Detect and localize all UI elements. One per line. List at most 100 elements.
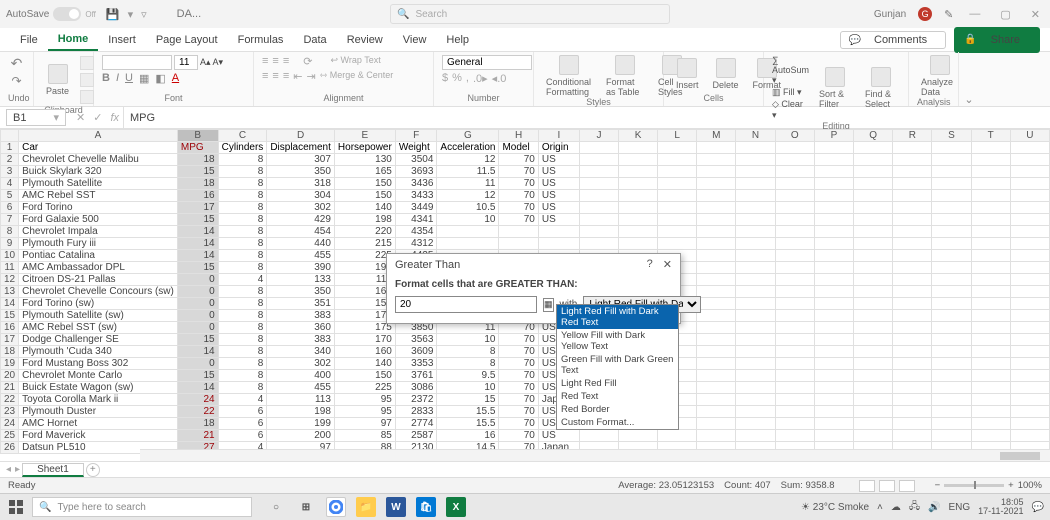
underline-button[interactable]: U bbox=[125, 72, 133, 85]
cell[interactable] bbox=[932, 154, 971, 166]
cell[interactable] bbox=[814, 274, 853, 286]
cell[interactable] bbox=[854, 238, 893, 250]
cell[interactable] bbox=[854, 334, 893, 346]
cell[interactable]: 4312 bbox=[395, 238, 437, 250]
format-as-table-button[interactable]: Format as Table bbox=[602, 55, 648, 97]
cell[interactable]: 0 bbox=[177, 298, 218, 310]
dec-decimal-icon[interactable]: ◂.0 bbox=[492, 72, 507, 85]
cell[interactable]: 3563 bbox=[395, 334, 437, 346]
cell[interactable] bbox=[893, 406, 932, 418]
cell[interactable]: 21 bbox=[177, 430, 218, 442]
cell[interactable] bbox=[1010, 250, 1049, 262]
cell[interactable]: 15 bbox=[177, 370, 218, 382]
cell[interactable]: 4 bbox=[218, 394, 267, 406]
cell[interactable]: 220 bbox=[334, 226, 395, 238]
cell[interactable] bbox=[697, 382, 736, 394]
cell[interactable] bbox=[893, 358, 932, 370]
cell[interactable] bbox=[1010, 214, 1049, 226]
cell[interactable]: 170 bbox=[334, 334, 395, 346]
cell[interactable] bbox=[971, 202, 1010, 214]
task-view-icon[interactable]: ⊞ bbox=[296, 497, 316, 517]
cell[interactable]: 200 bbox=[267, 430, 335, 442]
cell[interactable] bbox=[775, 322, 814, 334]
cell[interactable] bbox=[697, 406, 736, 418]
cell[interactable] bbox=[619, 202, 658, 214]
cell[interactable]: 10.5 bbox=[437, 202, 499, 214]
format-dropdown-list[interactable]: Light Red Fill with Dark Red TextYellow … bbox=[556, 304, 679, 430]
cell[interactable] bbox=[932, 262, 971, 274]
cell[interactable]: AMC Ambassador DPL bbox=[19, 262, 178, 274]
cell[interactable] bbox=[775, 274, 814, 286]
cell[interactable] bbox=[580, 202, 619, 214]
align-mid-icon[interactable]: ≡ bbox=[272, 55, 278, 68]
cell[interactable] bbox=[775, 418, 814, 430]
col-header-N[interactable]: N bbox=[736, 130, 775, 142]
cell[interactable]: 140 bbox=[334, 202, 395, 214]
align-top-icon[interactable]: ≡ bbox=[262, 55, 268, 68]
h-scrollbar[interactable] bbox=[140, 449, 1050, 461]
cell[interactable] bbox=[697, 214, 736, 226]
tab-home[interactable]: Home bbox=[48, 29, 99, 51]
cell[interactable] bbox=[814, 142, 853, 154]
cell[interactable] bbox=[971, 286, 1010, 298]
cell[interactable] bbox=[971, 226, 1010, 238]
cell[interactable]: 8 bbox=[218, 250, 267, 262]
cell[interactable]: 12 bbox=[437, 190, 499, 202]
cell[interactable]: 199 bbox=[267, 418, 335, 430]
cell[interactable] bbox=[1010, 238, 1049, 250]
cell[interactable]: Chevrolet Monte Carlo bbox=[19, 370, 178, 382]
zoom-slider[interactable] bbox=[944, 484, 1004, 487]
cell[interactable] bbox=[580, 154, 619, 166]
format-painter-icon[interactable] bbox=[80, 90, 94, 104]
taskbar-search[interactable]: 🔍 Type here to search bbox=[32, 497, 252, 517]
bold-button[interactable]: B bbox=[102, 72, 110, 85]
col-header-E[interactable]: E bbox=[334, 130, 395, 142]
cell[interactable]: 302 bbox=[267, 358, 335, 370]
qat-more-icon[interactable]: ▾ bbox=[128, 8, 134, 21]
cell[interactable] bbox=[814, 154, 853, 166]
cell[interactable]: 11.5 bbox=[437, 166, 499, 178]
cell[interactable] bbox=[736, 250, 775, 262]
cell[interactable] bbox=[893, 202, 932, 214]
cell[interactable]: Citroen DS-21 Pallas bbox=[19, 274, 178, 286]
increase-font-icon[interactable]: A▴ bbox=[200, 57, 211, 68]
cell[interactable]: 150 bbox=[334, 190, 395, 202]
copy-icon[interactable] bbox=[80, 73, 94, 87]
cell[interactable]: 2587 bbox=[395, 430, 437, 442]
cell[interactable]: 15.5 bbox=[437, 406, 499, 418]
cell[interactable]: 0 bbox=[177, 358, 218, 370]
cell[interactable] bbox=[580, 142, 619, 154]
enter-icon[interactable]: ✓ bbox=[89, 111, 106, 124]
cell[interactable]: 3693 bbox=[395, 166, 437, 178]
cell[interactable]: 70 bbox=[499, 430, 538, 442]
search-box[interactable]: 🔍 Search bbox=[390, 4, 670, 24]
sort-filter-button[interactable]: Sort & Filter bbox=[815, 67, 855, 109]
cell[interactable]: 14 bbox=[177, 346, 218, 358]
cell[interactable]: Cylinders bbox=[218, 142, 267, 154]
redo-icon[interactable]: ↷ bbox=[11, 74, 21, 88]
cell[interactable]: 307 bbox=[267, 154, 335, 166]
cell[interactable]: 8 bbox=[218, 178, 267, 190]
cell[interactable]: 130 bbox=[334, 154, 395, 166]
cell[interactable]: 95 bbox=[334, 406, 395, 418]
cell[interactable]: AMC Rebel SST (sw) bbox=[19, 322, 178, 334]
cell[interactable] bbox=[697, 418, 736, 430]
cancel-icon[interactable]: ✕ bbox=[72, 111, 89, 124]
cell[interactable]: 18 bbox=[177, 418, 218, 430]
cell[interactable]: Plymouth Duster bbox=[19, 406, 178, 418]
cell[interactable]: US bbox=[538, 214, 579, 226]
cell[interactable]: Chevrolet Chevelle Malibu bbox=[19, 154, 178, 166]
align-right-icon[interactable]: ≡ bbox=[283, 70, 289, 83]
cell[interactable] bbox=[775, 250, 814, 262]
select-all[interactable] bbox=[1, 130, 19, 142]
tab-page-layout[interactable]: Page Layout bbox=[146, 30, 228, 50]
col-header-H[interactable]: H bbox=[499, 130, 538, 142]
cell[interactable]: 22 bbox=[177, 406, 218, 418]
cell[interactable]: Acceleration bbox=[437, 142, 499, 154]
cell[interactable]: 8 bbox=[437, 358, 499, 370]
cell[interactable] bbox=[893, 142, 932, 154]
cell[interactable] bbox=[775, 166, 814, 178]
col-header-A[interactable]: A bbox=[19, 130, 178, 142]
cell[interactable]: Displacement bbox=[267, 142, 335, 154]
cell[interactable]: 383 bbox=[267, 310, 335, 322]
